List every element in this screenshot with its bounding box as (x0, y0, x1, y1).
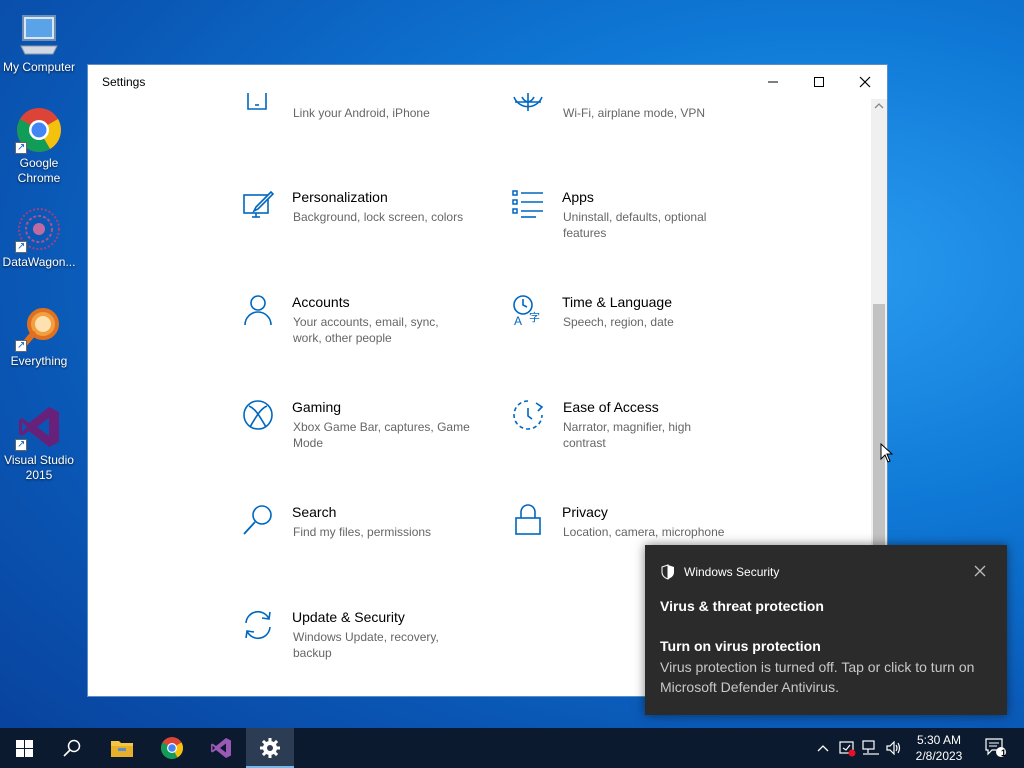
action-center-button[interactable]: 1 (978, 728, 1014, 768)
maximize-icon (814, 77, 824, 87)
tray-network-button[interactable] (860, 728, 882, 768)
taskbar-settings[interactable] (246, 728, 294, 768)
xbox-icon (243, 400, 273, 430)
desktop-icon-my-computer[interactable]: My Computer (0, 10, 78, 75)
desktop-icon-everything[interactable]: Everything (0, 304, 78, 369)
tray-security-button[interactable] (836, 728, 858, 768)
taskbar-search-button[interactable] (48, 728, 96, 768)
clock-date: 2/8/2023 (915, 749, 963, 763)
time-language-icon: A 字 (513, 295, 540, 326)
close-icon[interactable] (974, 565, 986, 577)
security-notification[interactable]: Windows Security Virus & threat protecti… (645, 545, 1007, 715)
clock-time: 5:30 AM (916, 733, 962, 747)
close-button[interactable] (842, 65, 888, 99)
svg-text:A: A (514, 314, 522, 326)
scroll-up-icon[interactable] (874, 101, 884, 111)
minimize-icon (768, 81, 778, 83)
title-bar[interactable]: Settings (88, 65, 887, 99)
show-hidden-icons-button[interactable] (814, 728, 832, 768)
taskbar-chrome[interactable] (148, 728, 196, 768)
desktop-icon-datawagon[interactable]: DataWagon... (0, 205, 78, 270)
maximize-button[interactable] (796, 65, 842, 99)
visual-studio-icon (15, 403, 63, 452)
notification-subheading: Turn on virus protection (660, 638, 821, 654)
taskbar: 5:30 AM 2/8/2023 1 (0, 728, 1024, 768)
datawagon-icon (15, 205, 63, 254)
chrome-icon (161, 737, 183, 759)
desktop-icon-label: DataWagon... (2, 255, 76, 269)
notification-app-name: Windows Security (684, 565, 780, 579)
personalization-icon (243, 190, 274, 218)
computer-icon (15, 10, 63, 58)
update-icon (245, 610, 271, 640)
globe-icon (513, 93, 543, 111)
speaker-icon (886, 741, 901, 755)
taskbar-file-explorer[interactable] (98, 728, 146, 768)
network-icon (862, 740, 879, 755)
window-title: Settings (102, 75, 146, 89)
desktop-icon-label: My Computer (2, 60, 76, 74)
tray-volume-button[interactable] (884, 728, 904, 768)
taskbar-visual-studio[interactable] (197, 728, 245, 768)
phone-icon (247, 93, 267, 110)
mouse-cursor-icon (880, 443, 894, 463)
ease-of-access-icon (513, 400, 544, 430)
notification-heading: Virus & threat protection (660, 598, 824, 614)
notification-body: Virus protection is turned off. Tap or c… (660, 659, 975, 695)
desktop-icon-label: Visual Studio 2015 (4, 453, 74, 482)
svg-text:字: 字 (529, 310, 540, 324)
desktop-icon-label: Google Chrome (17, 156, 61, 185)
minimize-button[interactable] (750, 65, 796, 99)
close-icon (859, 76, 871, 88)
visual-studio-icon (211, 738, 231, 758)
person-icon (244, 295, 272, 326)
start-button[interactable] (0, 728, 48, 768)
desktop-icon-google-chrome[interactable]: Google Chrome (0, 106, 78, 186)
apps-icon (512, 190, 543, 218)
chrome-icon (15, 106, 63, 155)
notification-count-badge: 1 (1001, 748, 1007, 758)
everything-search-icon (15, 304, 63, 353)
shield-icon (661, 564, 674, 580)
lock-icon (515, 504, 541, 535)
desktop-icon-label: Everything (10, 354, 68, 368)
folder-icon (111, 741, 133, 757)
search-icon (243, 505, 272, 535)
desktop-icon-visual-studio[interactable]: Visual Studio 2015 (0, 403, 78, 483)
windows-logo-icon (15, 739, 33, 757)
gear-icon (260, 738, 280, 758)
security-alert-icon (839, 741, 856, 757)
chevron-up-icon (817, 745, 829, 752)
search-icon (63, 739, 81, 757)
taskbar-clock[interactable]: 5:30 AM 2/8/2023 (906, 732, 972, 764)
